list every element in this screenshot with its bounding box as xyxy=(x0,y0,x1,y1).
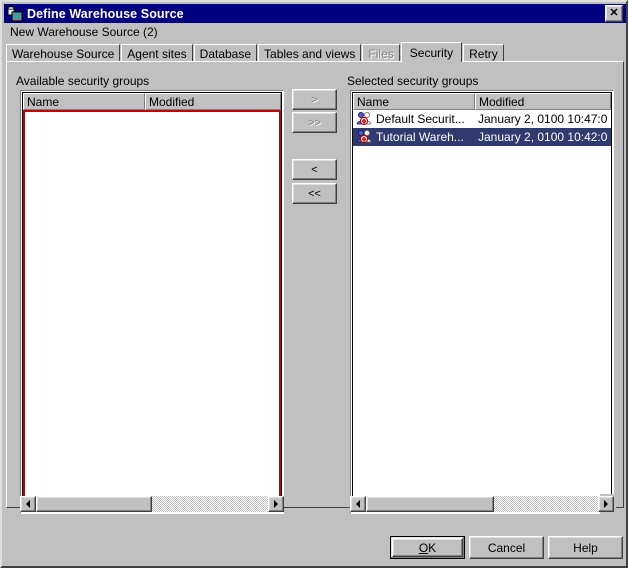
window-title: Define Warehouse Source xyxy=(27,6,184,21)
scroll-right-icon[interactable] xyxy=(268,496,284,512)
row-name-cell: Tutorial Wareh... xyxy=(353,129,475,145)
selected-hscroll-thumb[interactable] xyxy=(366,496,494,512)
available-security-groups-list[interactable]: Name Modified xyxy=(20,90,284,514)
tab-label: Security xyxy=(409,45,454,60)
row-modified-text: January 2, 0100 10:42:0 xyxy=(478,130,608,144)
tab-label: Warehouse Source xyxy=(12,46,115,61)
selected-hscroll-track[interactable] xyxy=(366,496,598,512)
tab-label: Database xyxy=(199,46,252,61)
tab-label: Files xyxy=(368,46,394,61)
tab-warehouse-source[interactable]: Warehouse Source xyxy=(6,44,121,62)
column-header-modified[interactable]: Modified xyxy=(145,93,281,110)
selected-list-label: Selected security groups xyxy=(347,74,479,88)
security-group-icon xyxy=(356,111,372,127)
tab-retry[interactable]: Retry xyxy=(463,44,504,62)
close-icon[interactable]: ✕ xyxy=(605,5,623,22)
table-row[interactable]: Tutorial Wareh... January 2, 0100 10:42:… xyxy=(353,128,611,146)
tab-database[interactable]: Database xyxy=(193,44,258,62)
row-name-cell: Default Securit... xyxy=(353,111,475,127)
ok-button-label: OK xyxy=(418,540,437,555)
scroll-left-icon[interactable] xyxy=(350,496,366,512)
tab-security[interactable]: Security xyxy=(400,42,463,62)
help-button[interactable]: Help xyxy=(548,536,623,559)
define-warehouse-source-dialog: Define Warehouse Source ✕ New Warehouse … xyxy=(0,0,628,568)
security-group-icon xyxy=(356,129,372,145)
tab-files: Files xyxy=(362,44,400,62)
row-name-text: Tutorial Wareh... xyxy=(376,130,464,144)
column-header-name[interactable]: Name xyxy=(23,93,145,110)
available-hscroll-thumb[interactable] xyxy=(36,496,152,512)
add-selected-button[interactable]: > xyxy=(292,89,337,110)
available-hscroll-track[interactable] xyxy=(36,496,268,512)
available-list-hscrollbar[interactable] xyxy=(20,496,284,512)
selected-security-groups-list[interactable]: Name Modified Default Securit... January… xyxy=(350,90,614,514)
tab-strip: Warehouse Source Agent sites Database Ta… xyxy=(6,42,505,62)
tab-tables-and-views[interactable]: Tables and views xyxy=(258,44,362,62)
column-header-name[interactable]: Name xyxy=(353,93,475,110)
selected-list-header: Name Modified xyxy=(353,93,611,110)
object-subtitle: New Warehouse Source (2) xyxy=(10,25,158,39)
tab-label: Agent sites xyxy=(127,46,187,61)
selected-list-hscrollbar[interactable] xyxy=(350,496,614,512)
tab-label: Tables and views xyxy=(264,46,356,61)
warehouse-database-icon xyxy=(7,5,23,22)
row-modified-text: January 2, 0100 10:47:0 xyxy=(478,112,608,126)
scroll-right-icon[interactable] xyxy=(598,496,614,512)
cancel-button[interactable]: Cancel xyxy=(469,536,544,559)
table-row[interactable]: Default Securit... January 2, 0100 10:47… xyxy=(353,110,611,128)
add-all-button[interactable]: >> xyxy=(292,112,337,133)
scroll-left-icon[interactable] xyxy=(20,496,36,512)
selected-list-rows[interactable]: Default Securit... January 2, 0100 10:47… xyxy=(353,110,611,511)
available-list-rows[interactable] xyxy=(23,110,281,511)
tab-agent-sites[interactable]: Agent sites xyxy=(121,44,193,62)
column-header-modified[interactable]: Modified xyxy=(475,93,611,110)
selected-list-inner: Name Modified Default Securit... January… xyxy=(352,92,612,512)
available-list-label: Available security groups xyxy=(16,74,150,88)
remove-selected-button[interactable]: < xyxy=(292,159,337,180)
available-list-header: Name Modified xyxy=(23,93,281,110)
row-name-text: Default Securit... xyxy=(376,112,465,126)
remove-all-button[interactable]: << xyxy=(292,183,337,204)
ok-button[interactable]: OK xyxy=(390,536,465,559)
title-bar[interactable]: Define Warehouse Source ✕ xyxy=(4,4,626,23)
tab-label: Retry xyxy=(469,46,498,61)
available-list-inner: Name Modified xyxy=(22,92,282,512)
